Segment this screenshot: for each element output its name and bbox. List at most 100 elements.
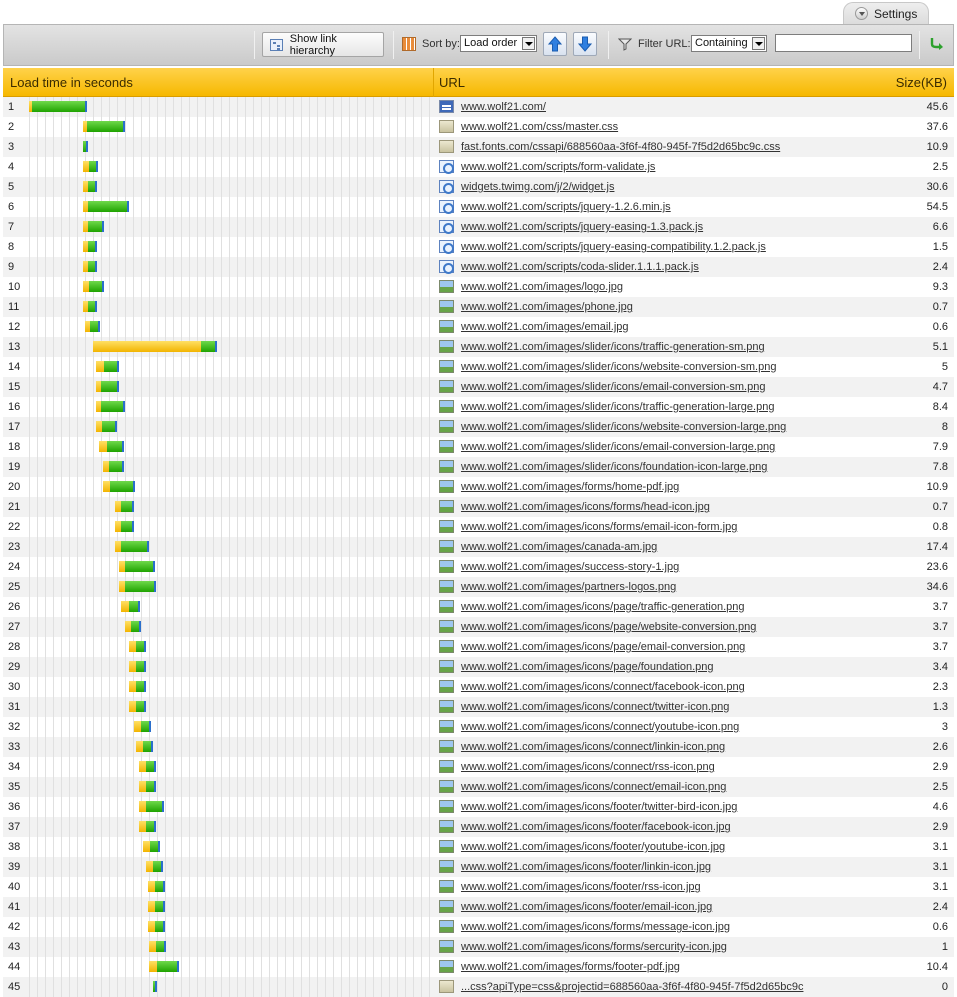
resource-url-link[interactable]: www.wolf21.com/scripts/coda-slider.1.1.1… [461,261,699,273]
resource-url-link[interactable]: www.wolf21.com/images/icons/page/traffic… [461,601,745,613]
resource-url-link[interactable]: www.wolf21.com/images/icons/connect/emai… [461,781,726,793]
resource-url-link[interactable]: www.wolf21.com/images/icons/page/website… [461,621,756,633]
table-row[interactable]: 40 www.wolf21.com/images/icons/footer/rss… [3,877,954,897]
resource-url-link[interactable]: www.wolf21.com/images/slider/icons/email… [461,441,775,453]
resource-url-link[interactable]: www.wolf21.com/images/icons/connect/yout… [461,721,739,733]
table-row[interactable]: 16 www.wolf21.com/images/slider/icons/tra… [3,397,954,417]
col-load-time[interactable]: Load time in seconds [10,75,133,90]
load-bar[interactable] [96,401,125,412]
table-row[interactable]: 32 www.wolf21.com/images/icons/connect/yo… [3,717,954,737]
load-bar[interactable] [83,281,104,292]
table-row[interactable]: 37 www.wolf21.com/images/icons/footer/fac… [3,817,954,837]
resource-url-link[interactable]: www.wolf21.com/images/icons/page/email-c… [461,641,745,653]
resource-url-link[interactable]: www.wolf21.com/images/icons/footer/faceb… [461,821,731,833]
resource-url-link[interactable]: www.wolf21.com/images/icons/connect/face… [461,681,745,693]
load-bar[interactable] [139,801,164,812]
load-bar[interactable] [136,741,153,752]
table-row[interactable]: 36 www.wolf21.com/images/icons/footer/twi… [3,797,954,817]
load-bar[interactable] [129,701,146,712]
table-row[interactable]: 28 www.wolf21.com/images/icons/page/email… [3,637,954,657]
table-row[interactable]: 44 www.wolf21.com/images/forms/footer-pdf… [3,957,954,977]
table-row[interactable]: 19 www.wolf21.com/images/slider/icons/fou… [3,457,954,477]
table-row[interactable]: 29 www.wolf21.com/images/icons/page/found… [3,657,954,677]
resource-url-link[interactable]: www.wolf21.com/css/master.css [461,121,618,133]
resource-url-link[interactable]: www.wolf21.com/images/slider/icons/websi… [461,421,786,433]
load-bar[interactable] [153,981,157,992]
table-row[interactable]: 5 widgets.twimg.com/j/2/widget.js 30.6 [3,177,954,197]
table-row[interactable]: 24 www.wolf21.com/images/success-story-1.… [3,557,954,577]
resource-url-link[interactable]: www.wolf21.com/images/success-story-1.jp… [461,561,679,573]
resource-url-link[interactable]: www.wolf21.com/images/slider/icons/email… [461,381,765,393]
table-row[interactable]: 13 www.wolf21.com/images/slider/icons/tra… [3,337,954,357]
load-bar[interactable] [96,421,117,432]
load-bar[interactable] [134,721,151,732]
table-row[interactable]: 7 www.wolf21.com/scripts/jquery-easing-1.… [3,217,954,237]
resource-url-link[interactable]: www.wolf21.com/scripts/form-validate.js [461,161,655,173]
table-row[interactable]: 18 www.wolf21.com/images/slider/icons/ema… [3,437,954,457]
resource-url-link[interactable]: www.wolf21.com/images/icons/page/foundat… [461,661,714,673]
load-bar[interactable] [115,541,149,552]
table-row[interactable]: 41 www.wolf21.com/images/icons/footer/ema… [3,897,954,917]
table-row[interactable]: 34 www.wolf21.com/images/icons/connect/rs… [3,757,954,777]
load-bar[interactable] [129,641,146,652]
resource-url-link[interactable]: www.wolf21.com/images/icons/forms/head-i… [461,501,710,513]
apply-filter-icon[interactable] [929,36,945,50]
settings-tab[interactable]: Settings [843,2,929,24]
resource-url-link[interactable]: www.wolf21.com/images/phone.jpg [461,301,633,313]
resource-url-link[interactable]: www.wolf21.com/images/icons/footer/email… [461,901,712,913]
table-row[interactable]: 39 www.wolf21.com/images/icons/footer/lin… [3,857,954,877]
resource-url-link[interactable]: www.wolf21.com/scripts/jquery-easing-1.3… [461,221,703,233]
load-bar[interactable] [83,121,125,132]
table-row[interactable]: 45 ...css?apiType=css&projectid=688560aa-… [3,977,954,997]
load-bar[interactable] [148,901,165,912]
show-link-hierarchy-button[interactable]: Show link hierarchy [262,32,384,57]
table-row[interactable]: 2 www.wolf21.com/css/master.css 37.6 [3,117,954,137]
sort-descending-button[interactable] [573,32,597,56]
table-row[interactable]: 12 www.wolf21.com/images/email.jpg 0.6 [3,317,954,337]
load-bar[interactable] [83,141,88,152]
load-bar[interactable] [115,501,134,512]
load-bar[interactable] [83,221,104,232]
table-row[interactable]: 22 www.wolf21.com/images/icons/forms/emai… [3,517,954,537]
table-row[interactable]: 27 www.wolf21.com/images/icons/page/websi… [3,617,954,637]
load-bar[interactable] [148,921,165,932]
filter-url-input[interactable] [775,34,912,52]
load-bar[interactable] [119,581,156,592]
resource-url-link[interactable]: www.wolf21.com/images/partners-logos.png [461,581,676,593]
table-row[interactable]: 15 www.wolf21.com/images/slider/icons/ema… [3,377,954,397]
table-row[interactable]: 31 www.wolf21.com/images/icons/connect/tw… [3,697,954,717]
table-row[interactable]: 17 www.wolf21.com/images/slider/icons/web… [3,417,954,437]
load-bar[interactable] [143,841,160,852]
resource-url-link[interactable]: www.wolf21.com/images/forms/home-pdf.jpg [461,481,679,493]
resource-url-link[interactable]: ...css?apiType=css&projectid=688560aa-3f… [461,981,803,993]
load-bar[interactable] [125,621,141,632]
load-bar[interactable] [129,681,146,692]
load-bar[interactable] [121,601,140,612]
col-size[interactable]: Size(KB) [896,75,947,90]
load-bar[interactable] [139,781,156,792]
table-row[interactable]: 33 www.wolf21.com/images/icons/connect/li… [3,737,954,757]
table-row[interactable]: 26 www.wolf21.com/images/icons/page/traff… [3,597,954,617]
load-bar[interactable] [146,861,163,872]
load-bar[interactable] [83,161,98,172]
load-bar[interactable] [129,661,146,672]
table-row[interactable]: 4 www.wolf21.com/scripts/form-validate.js… [3,157,954,177]
load-bar[interactable] [83,301,97,312]
load-bar[interactable] [149,941,166,952]
resource-url-link[interactable]: widgets.twimg.com/j/2/widget.js [461,181,614,193]
table-row[interactable]: 9 www.wolf21.com/scripts/coda-slider.1.1.… [3,257,954,277]
table-row[interactable]: 43 www.wolf21.com/images/icons/forms/serc… [3,937,954,957]
table-row[interactable]: 23 www.wolf21.com/images/canada-am.jpg 17.… [3,537,954,557]
table-row[interactable]: 6 www.wolf21.com/scripts/jquery-1.2.6.min… [3,197,954,217]
resource-url-link[interactable]: www.wolf21.com/scripts/jquery-easing-com… [461,241,766,253]
load-bar[interactable] [103,481,135,492]
resource-url-link[interactable]: www.wolf21.com/images/icons/forms/email-… [461,521,737,533]
load-bar[interactable] [103,461,124,472]
resource-url-link[interactable]: www.wolf21.com/images/logo.jpg [461,281,623,293]
resource-url-link[interactable]: www.wolf21.com/scripts/jquery-1.2.6.min.… [461,201,671,213]
resource-url-link[interactable]: www.wolf21.com/ [461,101,546,113]
load-bar[interactable] [83,181,97,192]
resource-url-link[interactable]: fast.fonts.com/cssapi/688560aa-3f6f-4f80… [461,141,780,153]
resource-url-link[interactable]: www.wolf21.com/images/icons/footer/youtu… [461,841,725,853]
load-bar[interactable] [83,241,97,252]
